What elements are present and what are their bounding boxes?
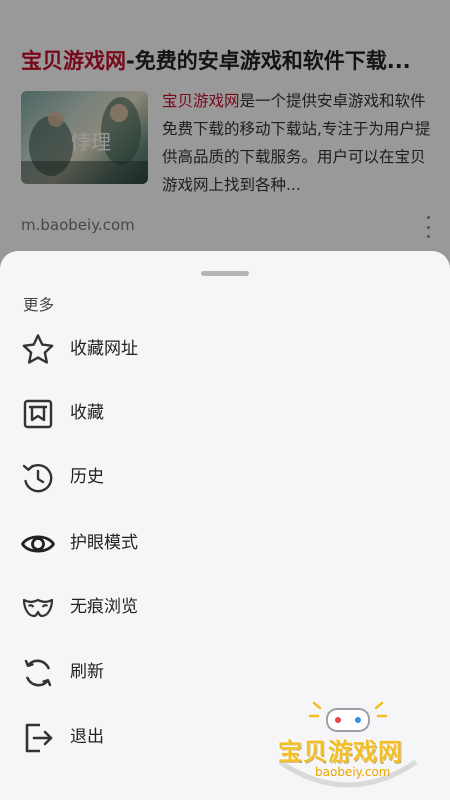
sheet-drag-handle[interactable] (201, 271, 249, 276)
menu-item-incognito[interactable]: 无痕浏览 (0, 577, 450, 637)
menu-item-refresh[interactable]: 刷新 (0, 642, 450, 702)
menu-item-eye-protection[interactable]: 护眼模式 (0, 513, 450, 573)
menu-item-history[interactable]: 历史 (0, 447, 450, 507)
menu-item-favorites[interactable]: 收藏 (0, 383, 450, 443)
star-icon (20, 332, 56, 368)
watermark-name: 宝贝游戏网 (278, 738, 403, 766)
eye-icon (20, 526, 56, 562)
menu-item-label: 护眼模式 (70, 533, 138, 553)
menu-item-label: 无痕浏览 (70, 597, 138, 617)
menu-item-label: 历史 (70, 467, 104, 487)
incognito-mask-icon (20, 590, 56, 626)
section-title: 更多 (23, 296, 55, 314)
watermark-domain: baobeiy.com (315, 765, 391, 779)
refresh-icon (20, 655, 56, 691)
menu-item-label: 刷新 (70, 662, 104, 682)
menu-item-label: 收藏 (70, 403, 104, 423)
menu-item-label: 收藏网址 (70, 339, 138, 359)
bookmark-icon (20, 396, 56, 432)
exit-icon (20, 720, 56, 756)
history-icon (20, 460, 56, 496)
site-watermark-logo: 宝贝游戏网 baobeiy.com (268, 700, 428, 795)
menu-item-bookmark-url[interactable]: 收藏网址 (0, 319, 450, 379)
menu-item-label: 退出 (70, 727, 104, 747)
